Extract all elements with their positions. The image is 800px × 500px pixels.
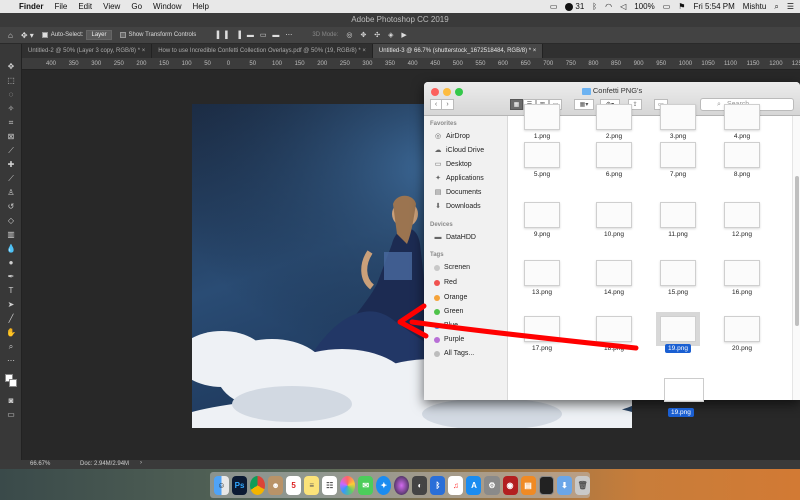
photos-app-icon[interactable] (340, 475, 356, 495)
notes-app-icon[interactable]: ≡ (304, 475, 320, 495)
siri-app-icon[interactable] (394, 475, 410, 495)
photo-booth-icon[interactable]: ◉ (502, 475, 518, 495)
dragged-file-thumbnail (664, 378, 704, 402)
downloads-stack-icon[interactable]: ⬇ (557, 475, 573, 495)
contacts-app-icon[interactable]: ☻ (268, 475, 284, 495)
zoom-level[interactable]: 66.67% (30, 461, 50, 467)
doc-size[interactable]: Doc: 2.94M/2.94M (80, 461, 129, 467)
dragged-file-label: 19.png (668, 408, 694, 417)
dock: ☺ Ps ☻ 5 ≡ ☷ ✉ ✦ ◐ ᛒ ♫ A ⚙ ◉ ▤ ⬇ 🗑 (210, 472, 591, 498)
device-icon[interactable] (538, 475, 555, 495)
calendar-app-icon[interactable]: 5 (286, 475, 302, 495)
red-arrow-annotation (397, 303, 639, 351)
status-bar: 66.67% Doc: 2.94M/2.94M › (0, 460, 800, 469)
finder-app-icon[interactable]: ☺ (214, 475, 230, 495)
reminders-app-icon[interactable]: ☷ (322, 475, 338, 495)
music-app-icon[interactable]: ♫ (448, 475, 464, 495)
system-icon[interactable]: ◐ (412, 475, 428, 495)
trash-icon[interactable]: 🗑 (575, 475, 591, 495)
preferences-app-icon[interactable]: ⚙ (484, 475, 500, 495)
messages-app-icon[interactable]: ✉ (358, 475, 374, 495)
chevron-right-icon[interactable]: › (140, 460, 142, 466)
chrome-app-icon[interactable] (250, 475, 266, 495)
photoshop-app-icon[interactable]: Ps (232, 475, 248, 495)
books-app-icon[interactable]: ▤ (520, 475, 536, 495)
app-store-icon[interactable]: A (466, 475, 482, 495)
safari-app-icon[interactable]: ✦ (376, 475, 392, 495)
bluetooth-app-icon[interactable]: ᛒ (430, 475, 446, 495)
